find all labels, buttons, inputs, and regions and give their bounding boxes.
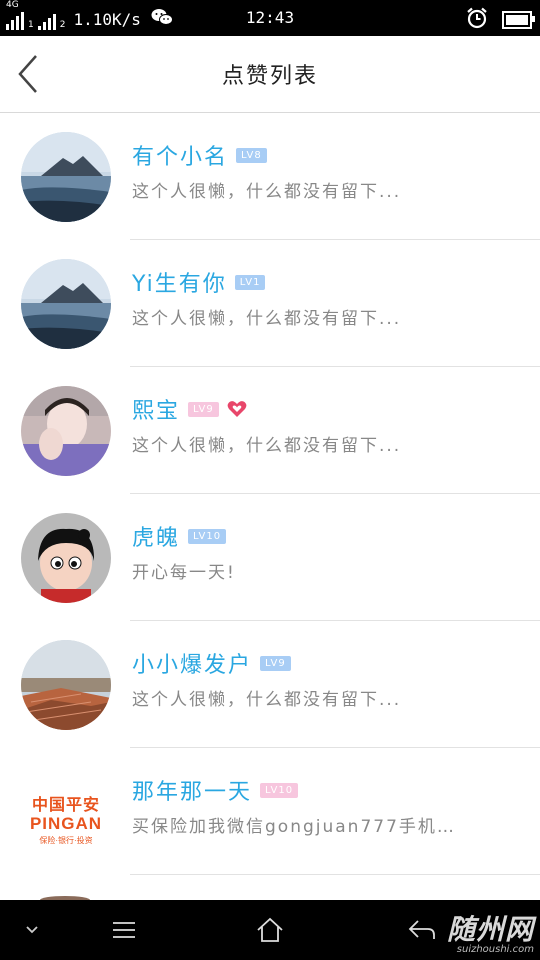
name-line: 小小爆发户 LV9 [132, 647, 291, 679]
watermark: 随州网 suizhoushi.com [447, 908, 534, 955]
status-bar: 4G 1 2 1.10K/s 12:43 [0, 0, 540, 36]
page-title: 点赞列表 [221, 64, 318, 89]
avatar[interactable] [21, 386, 111, 476]
navigation-bar: 随州网 suizhoushi.com [0, 900, 540, 960]
list-item[interactable]: 虎魄 LV10 开心每一天! [0, 494, 540, 621]
user-name[interactable]: Yi生有你 [132, 266, 227, 298]
level-badge: LV10 [260, 782, 299, 798]
back-nav-button[interactable] [392, 900, 452, 960]
menu-icon [113, 922, 135, 938]
user-signature: 这个人很懒，什么都没有留下... [132, 436, 402, 456]
home-icon [257, 917, 283, 942]
name-line: 那年那一天 LV10 [132, 774, 299, 806]
list-item[interactable]: 中国平安 PINGAN 保险·银行·投资 那年那一天 LV10 买保险加我微信g… [0, 748, 540, 875]
heart-icon [227, 401, 247, 417]
level-badge: LV10 [188, 528, 227, 544]
list-item[interactable]: 熙宝 LV9 这个人很懒，什么都没有留下... [0, 367, 540, 494]
user-name[interactable]: 有个小名 [132, 139, 228, 171]
title-bar: 点赞列表 [0, 36, 540, 113]
chevron-down-icon [26, 926, 38, 934]
status-right [466, 7, 535, 33]
level-badge: LV8 [236, 147, 267, 163]
level-badge: LV9 [188, 401, 219, 417]
avatar[interactable] [21, 132, 111, 222]
user-name[interactable]: 虎魄 [132, 520, 180, 552]
level-badge: LV1 [234, 274, 266, 290]
menu-button[interactable] [94, 900, 154, 960]
divider [130, 874, 540, 875]
user-name[interactable]: 熙宝 [132, 393, 180, 425]
avatar[interactable] [21, 513, 111, 603]
back-icon [408, 920, 435, 939]
alarm-icon [466, 7, 488, 33]
name-line: 虎魄 LV10 [132, 520, 227, 552]
likes-list: 有个小名 LV8 这个人很懒，什么都没有留下... Yi生有你 LV1 这个人很… [0, 113, 540, 875]
avatar[interactable]: 中国平安 PINGAN 保险·银行·投资 [21, 767, 111, 857]
battery-icon [502, 11, 535, 29]
user-signature: 这个人很懒，什么都没有留下... [132, 309, 402, 329]
status-time: 12:43 [245, 8, 295, 27]
list-item[interactable]: Yi生有你 LV1 这个人很懒，什么都没有留下... [0, 240, 540, 367]
name-line: Yi生有你 LV1 [132, 266, 266, 298]
user-signature: 这个人很懒，什么都没有留下... [132, 182, 402, 202]
list-item[interactable]: 有个小名 LV8 这个人很懒，什么都没有留下... [0, 113, 540, 240]
logo-sub: 保险·银行·投资 [39, 836, 93, 845]
name-line: 有个小名 LV8 [132, 139, 267, 171]
home-button[interactable] [240, 900, 300, 960]
level-badge: LV9 [260, 655, 291, 671]
list-item[interactable]: 小小爆发户 LV9 这个人很懒，什么都没有留下... [0, 621, 540, 748]
avatar[interactable] [21, 259, 111, 349]
user-name[interactable]: 那年那一天 [132, 774, 252, 806]
user-signature: 这个人很懒，什么都没有留下... [132, 690, 402, 710]
name-line: 熙宝 LV9 [132, 393, 247, 425]
logo-en: PINGAN [29, 814, 103, 833]
watermark-main: 随州网 [446, 913, 534, 946]
user-signature: 开心每一天! [132, 563, 236, 583]
user-signature: 买保险加我微信gongjuan777手机… [132, 817, 456, 837]
logo-cn: 中国平安 [31, 797, 100, 814]
pingan-logo: 中国平安 PINGAN 保险·银行·投资 [21, 767, 111, 846]
avatar[interactable] [21, 640, 111, 730]
user-name[interactable]: 小小爆发户 [132, 647, 252, 679]
collapse-button[interactable] [2, 900, 62, 960]
